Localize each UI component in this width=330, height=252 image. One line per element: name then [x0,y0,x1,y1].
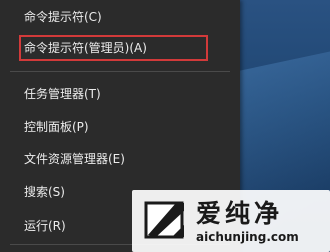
watermark-title: 爱纯净 [196,199,284,228]
menu-item-label: 文件资源管理器(E) [24,152,125,166]
menu-item-command-prompt-admin[interactable]: 命令提示符(管理员)(A) [0,35,240,61]
menu-item-label: 命令提示符(C) [24,10,102,24]
watermark-logo-icon [144,201,184,239]
watermark-url: aichunjing.com [196,230,299,244]
menu-item-command-prompt[interactable]: 命令提示符(C) [0,4,240,30]
menu-separator [10,71,230,72]
menu-item-label: 运行(R) [24,219,66,233]
menu-item-label: 任务管理器(T) [24,87,101,101]
menu-item-label: 搜索(S) [24,185,65,199]
menu-item-file-explorer[interactable]: 文件资源管理器(E) [0,146,240,172]
menu-item-task-manager[interactable]: 任务管理器(T) [0,81,240,107]
menu-item-label: 控制面板(P) [24,120,89,134]
watermark: 爱纯净 aichunjing.com [132,190,330,252]
menu-item-label: 命令提示符(管理员)(A) [24,41,147,55]
menu-item-control-panel[interactable]: 控制面板(P) [0,114,240,140]
